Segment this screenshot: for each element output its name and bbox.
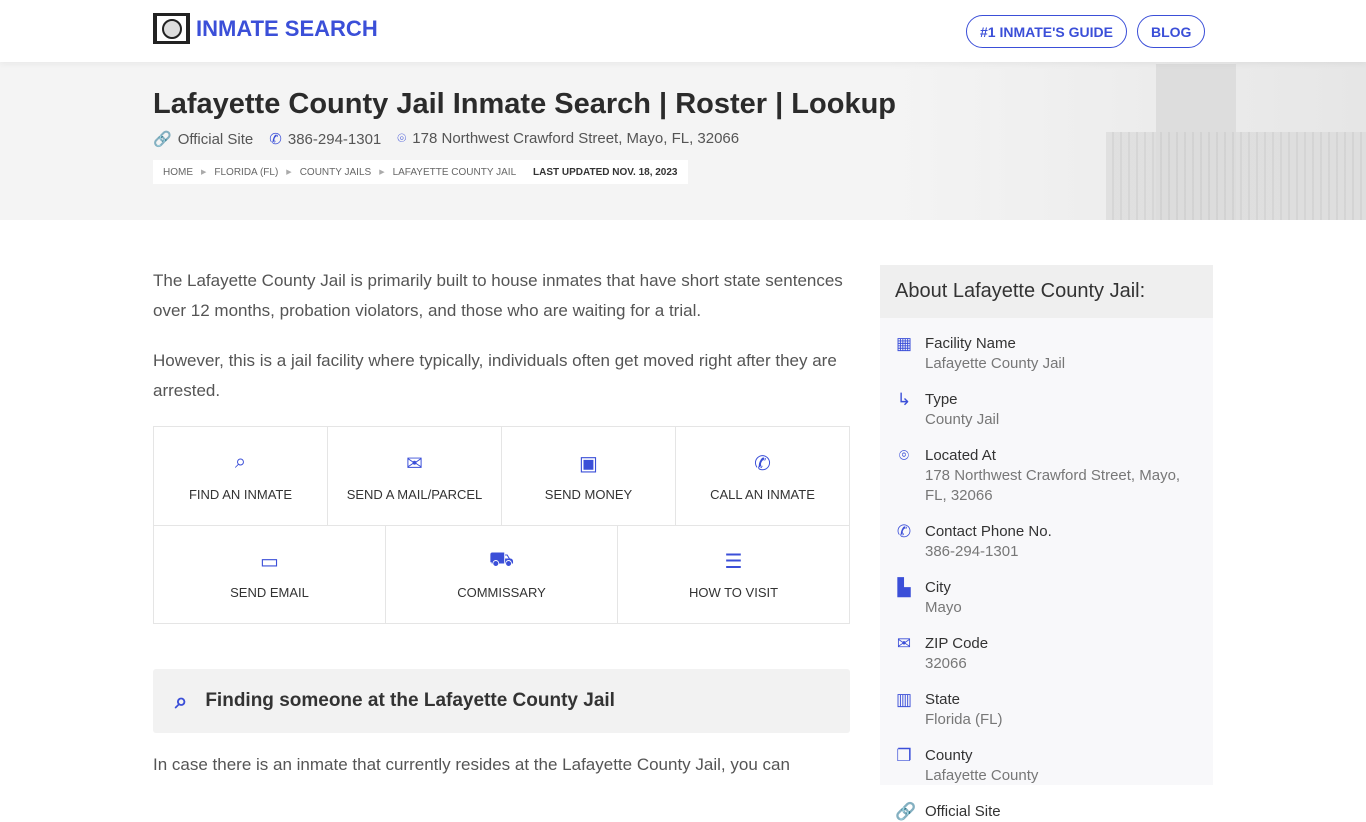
map-pin-icon: ⌾ xyxy=(898,446,910,465)
search-icon: ⌕ xyxy=(234,450,247,473)
city-icon: ▙ xyxy=(897,578,911,597)
commissary-button[interactable]: ⛟ COMMISSARY xyxy=(385,526,617,623)
zip-item: ✉ ZIP Code 32066 xyxy=(880,634,1213,674)
item-value: Lafayette County Jail xyxy=(925,355,1066,372)
phone-icon: ✆ xyxy=(269,131,282,148)
phone-icon: ✆ xyxy=(754,452,771,475)
item-value: Mayo xyxy=(925,599,962,616)
location-item: ⌾ Located At 178 Northwest Crawford Street… xyxy=(880,446,1213,506)
intro-paragraph-2: However, this is a jail facility where t… xyxy=(153,351,837,400)
copy-icon: ❐ xyxy=(896,746,912,765)
hero: Lafayette County Jail Inmate Search | Ro… xyxy=(0,62,1366,220)
how-to-visit-button[interactable]: ☰ HOW TO VISIT xyxy=(617,526,849,623)
phone-item: ✆ Contact Phone No. 386-294-1301 xyxy=(880,522,1213,562)
blog-button[interactable]: BLOG xyxy=(1137,15,1206,48)
breadcrumb-current[interactable]: LAFAYETTE COUNTY JAIL xyxy=(393,167,517,178)
item-label: ZIP Code xyxy=(925,635,989,652)
list-icon: ☰ xyxy=(724,551,743,573)
action-label: CALL AN INMATE xyxy=(710,486,815,502)
item-value[interactable]: 386-294-1301 xyxy=(925,542,1052,562)
mail-icon: ✉ xyxy=(406,452,423,475)
finding-heading-text: Finding someone at the Lafayette County … xyxy=(205,690,615,711)
chevron-right-icon: ▶ xyxy=(379,169,385,176)
chat-icon: ▭ xyxy=(260,551,279,573)
send-money-button[interactable]: ▣ SEND MONEY xyxy=(501,427,675,525)
phone-link[interactable]: ✆ 386-294-1301 xyxy=(269,130,381,148)
item-label: Official Site xyxy=(925,803,1001,820)
chevron-right-icon: ▶ xyxy=(286,169,292,176)
search-icon: ⌕ xyxy=(175,688,188,713)
find-inmate-button[interactable]: ⌕ FIND AN INMATE xyxy=(154,427,327,525)
breadcrumb: HOME ▶ FLORIDA (FL) ▶ COUNTY JAILS ▶ LAFAYE… xyxy=(153,160,527,184)
item-label: Contact Phone No. xyxy=(925,523,1052,540)
breadcrumb-florida[interactable]: FLORIDA (FL) xyxy=(214,167,278,178)
item-label: Located At xyxy=(925,447,996,464)
action-label: COMMISSARY xyxy=(457,585,546,600)
logo[interactable]: INMATE SEARCH xyxy=(153,13,378,44)
logo-text[interactable]: INMATE SEARCH xyxy=(196,16,378,42)
action-label: SEND MONEY xyxy=(544,486,633,502)
item-value: Lafayette County xyxy=(925,767,1039,784)
mail-icon: ✉ xyxy=(896,634,912,653)
official-site-link[interactable]: 🔗 Official Site xyxy=(153,130,253,148)
last-updated-badge: LAST UPDATED NOV. 18, 2023 xyxy=(523,160,688,184)
intro-paragraph: The Lafayette County Jail is primarily b… xyxy=(153,271,843,320)
chevron-right-icon: ▶ xyxy=(201,169,207,176)
type-item: ↳ Type County Jail xyxy=(880,390,1213,430)
top-nav: INMATE SEARCH #1 INMATE'S GUIDE BLOG xyxy=(0,0,1366,62)
city-item: ▙ City Mayo xyxy=(880,578,1213,618)
action-grid: ⌕ FIND AN INMATE ✉ SEND A MAIL/PARCEL ▣ SEN… xyxy=(153,426,850,624)
official-site-label: Official Site xyxy=(177,131,254,148)
item-value: 178 Northwest Crawford Street, Mayo, FL,… xyxy=(925,467,1181,504)
address: ⌾ 178 Northwest Crawford Street, Mayo, FL… xyxy=(397,130,739,148)
building-icon: ▦ xyxy=(895,334,913,353)
item-value: 32066 xyxy=(925,655,967,672)
sidebar-title: About Lafayette County Jail: xyxy=(880,265,1213,318)
breadcrumb-home[interactable]: HOME xyxy=(163,167,193,178)
cart-icon: ⛟ xyxy=(488,549,515,571)
item-value: County Jail xyxy=(925,411,1000,428)
item-label: City xyxy=(925,579,951,596)
phone-label: 386-294-1301 xyxy=(287,131,382,148)
item-label: County xyxy=(925,747,973,764)
inmates-guide-button[interactable]: #1 INMATE'S GUIDE xyxy=(966,15,1127,48)
action-label: SEND EMAIL xyxy=(230,585,309,600)
action-label: HOW TO VISIT xyxy=(688,585,779,600)
jail-lock-icon xyxy=(153,13,190,44)
send-email-button[interactable]: ▭ SEND EMAIL xyxy=(154,526,385,623)
item-label: State xyxy=(925,691,961,708)
facility-name-item: ▦ Facility Name Lafayette County Jail xyxy=(880,334,1213,374)
finding-paragraph: In case there is an inmate that currentl… xyxy=(153,755,790,774)
county-item: ❐ County Lafayette County xyxy=(880,746,1213,786)
main-content: The Lafayette County Jail is primarily b… xyxy=(153,266,850,800)
breadcrumb-county-jails[interactable]: COUNTY JAILS xyxy=(300,167,372,178)
send-mail-button[interactable]: ✉ SEND A MAIL/PARCEL xyxy=(327,427,501,525)
official-site-item[interactable]: 🔗 Official Site xyxy=(880,802,1213,822)
state-item: ▥ State Florida (FL) xyxy=(880,690,1213,730)
map-pin-icon: ⌾ xyxy=(397,130,407,147)
action-label: FIND AN INMATE xyxy=(188,486,293,502)
wall-image xyxy=(1106,132,1366,220)
item-label: Facility Name xyxy=(925,335,1016,352)
route-icon: ↳ xyxy=(896,390,912,409)
action-label: SEND A MAIL/PARCEL xyxy=(346,486,483,502)
item-label: Type xyxy=(925,391,958,408)
address-label: 178 Northwest Crawford Street, Mayo, FL,… xyxy=(412,130,740,147)
page-title: Lafayette County Jail Inmate Search | Ro… xyxy=(153,88,897,120)
finding-section-heading: ⌕ Finding someone at the Lafayette County… xyxy=(153,669,850,733)
about-sidebar: About Lafayette County Jail: ▦ Facility N… xyxy=(880,265,1213,821)
phone-icon: ✆ xyxy=(896,522,912,541)
item-value: Florida (FL) xyxy=(925,711,1003,728)
call-inmate-button[interactable]: ✆ CALL AN INMATE xyxy=(675,427,849,525)
map-icon: ▥ xyxy=(895,690,913,709)
link-icon: 🔗 xyxy=(895,802,917,821)
link-icon: 🔗 xyxy=(153,131,172,148)
money-icon: ▣ xyxy=(579,452,598,475)
